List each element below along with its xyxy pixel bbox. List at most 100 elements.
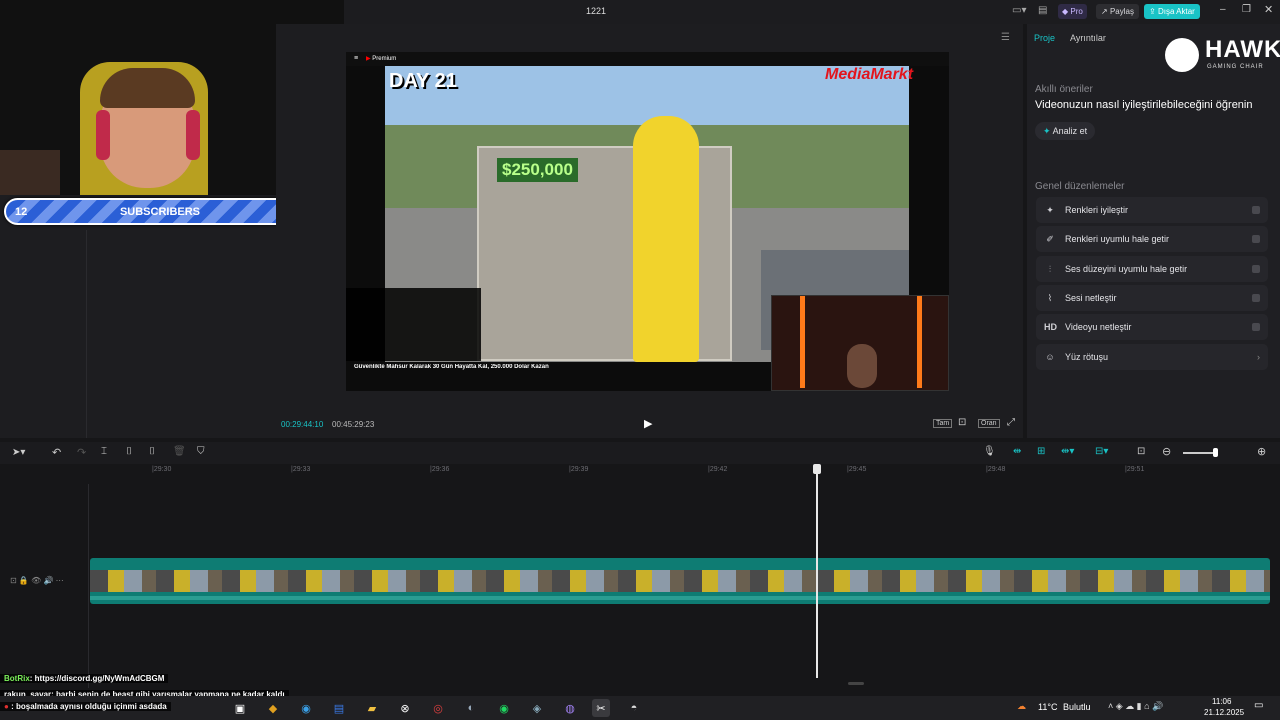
toggle[interactable] xyxy=(1252,206,1260,214)
weather-text[interactable]: Bulutlu xyxy=(1063,702,1091,712)
toggle[interactable] xyxy=(1252,265,1260,273)
money-display: $250,000 xyxy=(497,158,578,182)
window-title: 1221 xyxy=(586,6,607,16)
streamer-cam xyxy=(771,295,949,391)
video-preview[interactable]: ≡ ▶ Premium $250,000 DAY 21 MediaMarkt G… xyxy=(346,52,949,391)
toggle[interactable] xyxy=(1252,235,1260,243)
tray-icons[interactable]: ˄ ◈ ☁ ▮ ⌂ 🔊 xyxy=(1108,701,1163,712)
weather-icon[interactable]: ☁ xyxy=(1017,701,1026,712)
chat-text: : boşalmada aynısı olduğu içinmi asdada xyxy=(11,702,167,711)
clock-date[interactable]: 21.12.2025 xyxy=(1204,708,1244,717)
playhead-handle[interactable] xyxy=(813,464,821,474)
suggestion-face-retouch[interactable]: ☺ Yüz rötuşu › xyxy=(1036,344,1268,370)
tab-project[interactable]: Proje xyxy=(1034,33,1055,43)
time-tick: |29:39 xyxy=(569,466,589,473)
smart-suggestions-description: Videonuzun nasıl iyileştirilebileceğini … xyxy=(1035,99,1253,111)
link-icon[interactable]: ⇹ xyxy=(1013,446,1021,457)
share-button[interactable]: ↗ Paylaş xyxy=(1096,4,1139,19)
delete-icon[interactable]: 🗑 xyxy=(173,446,186,457)
timeline[interactable]: ⊡ 🔒 👁 🔊 ⋯ xyxy=(0,464,1280,688)
toggle[interactable] xyxy=(1252,323,1260,331)
audio-waveform xyxy=(90,596,1270,600)
hawk-emblem-icon xyxy=(1165,38,1199,72)
maximize-icon[interactable]: ❐ xyxy=(1242,4,1251,15)
playhead[interactable] xyxy=(816,468,818,678)
copilot-icon[interactable]: ◆ xyxy=(264,699,282,717)
export-button[interactable]: ⇪ Dışa Aktar xyxy=(1144,4,1200,19)
folder-icon[interactable]: ▰ xyxy=(363,699,381,717)
video-clip[interactable] xyxy=(90,558,1270,604)
zoom-in-icon[interactable]: ⊕ xyxy=(1257,445,1266,458)
layout-icon[interactable]: ▭▾ xyxy=(1012,5,1036,19)
close-icon[interactable]: ✕ xyxy=(1264,3,1273,16)
trim-right-icon[interactable]: ⌷ xyxy=(149,446,155,457)
player-controls: 00:29:44:10 00:45:29:23 ▶ Tam ⊡ Oran ⤢ xyxy=(276,412,1023,438)
caption-icon[interactable]: ⊡ xyxy=(1137,446,1145,457)
waveform-icon: ⌇ xyxy=(1047,292,1053,303)
shield-icon[interactable]: ⛉ xyxy=(197,446,205,457)
spotify-icon[interactable]: ◉ xyxy=(495,699,513,717)
play-icon[interactable]: ▶ xyxy=(644,417,652,430)
chevron-right-icon: › xyxy=(1257,352,1260,362)
chrome-icon[interactable]: ◎ xyxy=(429,699,447,717)
suggestion-label: Ses düzeyini uyumlu hale getir xyxy=(1065,264,1188,274)
time-tick: |29:45 xyxy=(847,466,867,473)
youtube-logo: ▶ Premium xyxy=(366,56,397,62)
redo-icon[interactable]: ↷ xyxy=(77,446,86,459)
day-label: DAY 21 xyxy=(389,70,457,92)
suggestion-sharpen-video[interactable]: HD Videoyu netleştir xyxy=(1036,314,1268,340)
hawk-logo: HAWK GAMING CHAIR xyxy=(1165,34,1280,74)
microphone-icon[interactable]: 🎙 xyxy=(983,446,996,457)
youtube-menu-icon: ≡ xyxy=(354,55,359,62)
discord-icon[interactable]: ◍ xyxy=(561,699,579,717)
trim-left-icon[interactable]: ⌷ xyxy=(126,446,132,457)
total-time: 00:45:29:23 xyxy=(332,420,375,429)
analyze-button[interactable]: ✦ Analiz et xyxy=(1035,122,1096,140)
suggestion-enhance-colors[interactable]: ✦ Renkleri iyileştir xyxy=(1036,197,1268,223)
time-tick: |29:33 xyxy=(291,466,311,473)
face-icon: ☺ xyxy=(1045,352,1055,362)
ratio-button[interactable]: Oran xyxy=(978,419,1000,428)
tab-details[interactable]: Ayrıntılar xyxy=(1070,33,1106,43)
network-app-icon[interactable]: ◈ xyxy=(528,699,546,717)
edge-icon[interactable]: ◉ xyxy=(297,699,315,717)
share-label: Paylaş xyxy=(1109,7,1134,16)
monitor-icon[interactable]: ▤ xyxy=(1038,5,1050,19)
undo-icon[interactable]: ↶ xyxy=(52,446,61,459)
suggestion-label: Yüz rötuşu xyxy=(1065,352,1109,362)
xbox-icon[interactable]: ⊗ xyxy=(396,699,414,717)
track-controls[interactable]: ⊡ 🔒 👁 🔊 ⋯ xyxy=(10,576,64,585)
suggestion-normalize-audio[interactable]: ⫶ Ses düzeyini uyumlu hale getir xyxy=(1036,256,1268,282)
clock-time[interactable]: 11:06 xyxy=(1212,697,1231,706)
clip-thumbnails xyxy=(90,570,1270,592)
minimize-icon[interactable]: – xyxy=(1220,4,1226,15)
zoom-out-icon[interactable]: ⊖ xyxy=(1162,445,1171,458)
snap-icon[interactable]: ⇹▾ xyxy=(1061,446,1074,457)
zoom-slider[interactable] xyxy=(1183,452,1217,454)
pro-badge[interactable]: ◆ Pro xyxy=(1058,4,1087,19)
snapshot-icon[interactable]: ⊡ xyxy=(958,417,966,428)
steam-icon[interactable]: ◐ xyxy=(462,699,480,717)
capcut-icon[interactable]: ✂ xyxy=(592,699,610,717)
suggestion-clean-audio[interactable]: ⌇ Sesi netleştir xyxy=(1036,285,1268,311)
select-tool-icon[interactable]: ➤▾ xyxy=(12,447,25,458)
horizontal-scrollbar[interactable] xyxy=(848,682,864,685)
full-quality-button[interactable]: Tam xyxy=(933,419,953,428)
preview-axis-icon[interactable]: ⊟▾ xyxy=(1095,446,1108,457)
magnet-icon[interactable]: ⊞ xyxy=(1037,446,1045,457)
obs-icon[interactable]: ◓ xyxy=(625,699,643,717)
panel-divider xyxy=(86,230,87,438)
zoom-slider-thumb[interactable] xyxy=(1213,448,1218,457)
toggle[interactable] xyxy=(1252,294,1260,302)
store-icon[interactable]: ▤ xyxy=(330,699,348,717)
fullscreen-icon[interactable]: ⤢ xyxy=(1007,417,1015,428)
streamer-figure xyxy=(847,344,877,388)
suggestion-match-colors[interactable]: ✐ Renkleri uyumlu hale getir xyxy=(1036,226,1268,252)
menu-icon[interactable]: ☰ xyxy=(1001,32,1010,43)
notification-icon[interactable]: ▭ xyxy=(1254,700,1263,711)
current-time: 00:29:44:10 xyxy=(281,420,324,429)
task-view-icon[interactable]: ▣ xyxy=(231,699,249,717)
weather-temp[interactable]: 11°C xyxy=(1038,702,1057,712)
palette-icon: ✐ xyxy=(1046,233,1054,244)
split-icon[interactable]: ⌶ xyxy=(101,446,107,457)
